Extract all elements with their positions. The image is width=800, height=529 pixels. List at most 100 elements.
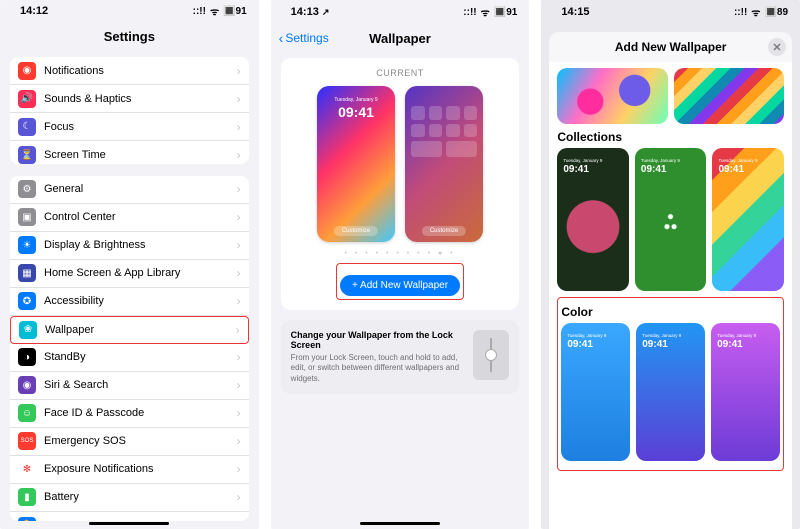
row-label: Siri & Search bbox=[44, 379, 237, 391]
chevron-right-icon: › bbox=[237, 519, 241, 521]
row-label: Face ID & Passcode bbox=[44, 407, 237, 419]
row-label: General bbox=[44, 183, 237, 195]
sheet-title: Add New Wallpaper bbox=[615, 40, 727, 54]
back-button[interactable]: ‹ Settings bbox=[279, 30, 329, 46]
settings-row-privacy-security[interactable]: ✋ Privacy & Security› bbox=[10, 512, 249, 521]
settings-row-display-brightness[interactable]: ☀Display & Brightness› bbox=[10, 232, 249, 260]
row-icon: ⏳ bbox=[18, 146, 36, 163]
row-icon: SOS bbox=[18, 432, 36, 450]
chevron-right-icon: › bbox=[236, 323, 240, 337]
row-icon: ☀ bbox=[18, 236, 36, 254]
settings-row-emergency-sos[interactable]: SOSEmergency SOS› bbox=[10, 428, 249, 456]
wallpaper-thumb[interactable]: Tuesday, January 909:41 bbox=[561, 323, 630, 461]
settings-group-1: ◉Notifications›🔊Sounds & Haptics›☾Focus›… bbox=[10, 57, 249, 163]
settings-row-exposure-notifications[interactable]: ✻Exposure Notifications› bbox=[10, 456, 249, 484]
settings-row-accessibility[interactable]: ✪Accessibility› bbox=[10, 288, 249, 316]
settings-row-general[interactable]: ⚙General› bbox=[10, 176, 249, 204]
screen-add-wallpaper: 14:15 ::!! ᯤ 🔳89 Add New Wallpaper ✕ Col… bbox=[541, 0, 800, 529]
page-dots[interactable]: • • • • • • • • • ● • bbox=[291, 250, 510, 257]
location-icon: ↗ bbox=[322, 7, 330, 17]
page-title: Settings bbox=[104, 29, 155, 44]
row-label: Screen Time bbox=[44, 149, 237, 161]
row-icon: 🔊 bbox=[18, 90, 36, 108]
battery-indicator: 🔳91 bbox=[223, 6, 247, 17]
highlight-color-section: Color Tuesday, January 909:41 Tuesday, J… bbox=[557, 297, 784, 471]
row-label: Home Screen & App Library bbox=[44, 267, 237, 279]
chevron-right-icon: › bbox=[237, 350, 241, 364]
settings-row-standby[interactable]: ◑StandBy› bbox=[10, 344, 249, 372]
home-screen-preview[interactable]: Customize bbox=[405, 86, 483, 242]
chevron-right-icon: › bbox=[237, 120, 241, 134]
collections-row: Tuesday, January 909:41 Tuesday, January… bbox=[557, 148, 784, 291]
sheet-header: Add New Wallpaper ✕ bbox=[549, 32, 792, 62]
close-icon: ✕ bbox=[772, 41, 781, 54]
chevron-right-icon: › bbox=[237, 378, 241, 392]
chevron-right-icon: › bbox=[237, 148, 241, 162]
row-label: Notifications bbox=[44, 65, 237, 77]
battery-indicator: 🔳91 bbox=[494, 7, 518, 18]
settings-row-home-screen-app-library[interactable]: ▦ Home Screen & App Library› bbox=[10, 260, 249, 288]
wallpaper-thumb[interactable]: Tuesday, January 909:41 bbox=[557, 148, 629, 291]
screen-settings: 14:12 ::!! ᯤ 🔳91 Settings ◉Notifications… bbox=[0, 0, 259, 529]
row-icon: ☾ bbox=[18, 118, 36, 136]
screen-wallpaper: 14:13 ↗ ::!! ᯤ 🔳91 ‹ Settings Wallpaper … bbox=[271, 0, 530, 529]
wallpaper-thumb[interactable]: Tuesday, January 909:41 bbox=[635, 148, 707, 291]
navbar: ‹ Settings Wallpaper bbox=[271, 24, 530, 52]
row-icon: ◉ bbox=[18, 376, 36, 394]
row-label: Privacy & Security bbox=[44, 520, 237, 521]
add-new-wallpaper-button[interactable]: + Add New Wallpaper bbox=[340, 275, 460, 296]
current-label: CURRENT bbox=[291, 68, 510, 78]
featured-row bbox=[557, 68, 784, 124]
settings-row-sounds-haptics[interactable]: 🔊Sounds & Haptics› bbox=[10, 85, 249, 113]
wallpaper-thumb[interactable]: Tuesday, January 909:41 bbox=[712, 148, 784, 291]
chevron-right-icon: › bbox=[237, 64, 241, 78]
customize-button[interactable]: Customize bbox=[334, 226, 378, 236]
row-icon: ✋ bbox=[18, 517, 36, 521]
chevron-right-icon: › bbox=[237, 266, 241, 280]
chevron-right-icon: › bbox=[237, 294, 241, 308]
wallpaper-thumb[interactable]: Tuesday, January 909:41 bbox=[636, 323, 705, 461]
clock: 14:13 bbox=[291, 6, 319, 18]
settings-row-face-id-passcode[interactable]: ☺Face ID & Passcode› bbox=[10, 400, 249, 428]
settings-row-control-center[interactable]: ▣Control Center› bbox=[10, 204, 249, 232]
home-indicator[interactable] bbox=[89, 522, 169, 525]
wallpaper-thumb[interactable]: Tuesday, January 909:41 bbox=[711, 323, 780, 461]
row-label: Control Center bbox=[44, 211, 237, 223]
cellular-icon: ::!! bbox=[734, 7, 747, 18]
wifi-icon: ᯤ bbox=[751, 5, 760, 19]
chevron-right-icon: › bbox=[237, 462, 241, 476]
chevron-right-icon: › bbox=[237, 490, 241, 504]
home-indicator[interactable] bbox=[360, 522, 440, 525]
row-icon: ▣ bbox=[18, 208, 36, 226]
row-icon: ▦ bbox=[18, 264, 36, 282]
settings-row-siri-search[interactable]: ◉ Siri & Search› bbox=[10, 372, 249, 400]
chevron-right-icon: › bbox=[237, 182, 241, 196]
wallpaper-thumb[interactable] bbox=[557, 68, 667, 124]
chevron-left-icon: ‹ bbox=[279, 30, 284, 46]
chevron-right-icon: › bbox=[237, 238, 241, 252]
close-button[interactable]: ✕ bbox=[768, 38, 786, 56]
settings-row-battery[interactable]: ▮Battery› bbox=[10, 484, 249, 512]
row-label: Focus bbox=[44, 121, 237, 133]
lock-screen-preview[interactable]: Tuesday, January 9 09:41 Customize bbox=[317, 86, 395, 242]
settings-group-2: ⚙General›▣Control Center›☀Display & Brig… bbox=[10, 176, 249, 521]
chevron-right-icon: › bbox=[237, 92, 241, 106]
wallpaper-thumb[interactable] bbox=[674, 68, 784, 124]
settings-row-focus[interactable]: ☾ Focus› bbox=[10, 113, 249, 141]
highlight-add-button: + Add New Wallpaper bbox=[336, 263, 464, 300]
settings-row-notifications[interactable]: ◉Notifications› bbox=[10, 57, 249, 85]
settings-row-screen-time[interactable]: ⏳ Screen Time› bbox=[10, 141, 249, 163]
row-icon: ✻ bbox=[18, 460, 36, 478]
status-bar: 14:12 ::!! ᯤ 🔳91 bbox=[0, 0, 259, 23]
color-row: Tuesday, January 909:41 Tuesday, January… bbox=[561, 323, 780, 461]
settings-row-wallpaper[interactable]: ❀Wallpaper› bbox=[10, 316, 249, 344]
battery-indicator: 🔳89 bbox=[764, 7, 788, 18]
customize-button[interactable]: Customize bbox=[422, 226, 466, 236]
clock: 14:15 bbox=[561, 6, 589, 18]
current-wallpaper-card: CURRENT Tuesday, January 9 09:41 Customi… bbox=[281, 58, 520, 310]
row-label: Emergency SOS bbox=[44, 435, 237, 447]
wifi-icon: ᯤ bbox=[210, 4, 219, 18]
row-icon: ◑ bbox=[18, 348, 36, 366]
navbar: Settings bbox=[0, 23, 259, 50]
cellular-icon: ::!! bbox=[193, 6, 206, 17]
